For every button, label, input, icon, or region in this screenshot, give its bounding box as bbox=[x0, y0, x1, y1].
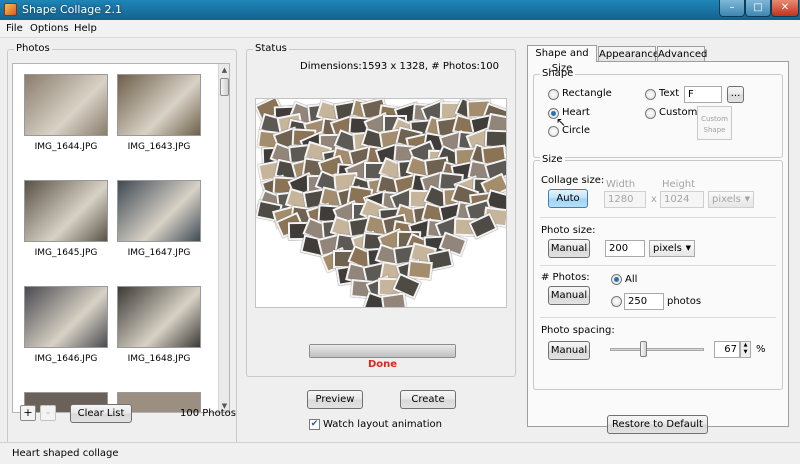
photo-size-manual-button[interactable]: Manual bbox=[548, 239, 590, 258]
shape-custom-label: Custom bbox=[659, 107, 698, 118]
minimize-button[interactable]: – bbox=[719, 0, 745, 17]
status-bar: Heart shaped collage bbox=[0, 442, 800, 464]
menu-file[interactable]: File bbox=[6, 23, 23, 34]
collage-width-input[interactable]: 1280 bbox=[604, 191, 646, 208]
done-status-text: Done bbox=[368, 359, 398, 370]
photo-caption: IMG_1648.JPG bbox=[127, 354, 191, 364]
photo-caption: IMG_1643.JPG bbox=[127, 142, 191, 152]
collage-size-label: Collage size: bbox=[541, 175, 605, 186]
collage-height-input[interactable]: 1024 bbox=[660, 191, 704, 208]
progress-fill bbox=[310, 345, 455, 357]
spacing-value-input[interactable]: 67 bbox=[714, 341, 740, 358]
photo-size-units-value: pixels bbox=[653, 243, 682, 254]
chevron-down-icon: ▼ bbox=[744, 195, 750, 203]
shape-circle-label: Circle bbox=[562, 125, 591, 136]
photos-count-label: # Photos: bbox=[541, 272, 590, 283]
window-title: Shape Collage 2.1 bbox=[22, 3, 122, 16]
photo-size-input[interactable]: 200 bbox=[605, 240, 645, 257]
divider bbox=[540, 317, 776, 318]
photos-all-label: All bbox=[625, 274, 638, 285]
shape-custom-radio[interactable] bbox=[645, 108, 656, 119]
spacing-unit-label: % bbox=[756, 344, 766, 355]
spacing-slider-thumb[interactable] bbox=[639, 341, 647, 357]
collage-size-auto-button[interactable]: Auto bbox=[548, 189, 588, 208]
size-times-label: x bbox=[651, 194, 657, 205]
photo-spacing-label: Photo spacing: bbox=[541, 325, 615, 336]
collage-dimensions: Dimensions:1593 x 1328, # Photos:100 bbox=[300, 61, 500, 72]
collage-units-select[interactable]: pixels ▼ bbox=[708, 191, 754, 208]
close-button[interactable]: ✕ bbox=[771, 0, 799, 17]
tab-shape-and-size[interactable]: Shape and Size bbox=[527, 45, 597, 74]
shape-rectangle-radio[interactable] bbox=[548, 89, 559, 100]
add-photo-button[interactable]: + bbox=[20, 405, 36, 421]
photo-thumbnail-1643[interactable] bbox=[117, 74, 201, 136]
preview-button[interactable]: Preview bbox=[307, 390, 363, 409]
app-icon bbox=[4, 3, 17, 16]
menu-options[interactable]: Options bbox=[30, 23, 69, 34]
size-group-label: Size bbox=[540, 154, 565, 165]
photo-caption: IMG_1644.JPG bbox=[34, 142, 98, 152]
shape-text-radio[interactable] bbox=[645, 89, 656, 100]
photo-size-label: Photo size: bbox=[541, 225, 596, 236]
collage-photo bbox=[380, 291, 408, 307]
progress-bar bbox=[309, 344, 456, 358]
chevron-down-icon: ▼ bbox=[685, 244, 691, 252]
title-bar: Shape Collage 2.1 – □ ✕ bbox=[0, 0, 800, 20]
restore-default-button[interactable]: Restore to Default bbox=[607, 415, 708, 434]
photos-manual-button[interactable]: Manual bbox=[548, 286, 590, 305]
photo-list-scrollbar[interactable]: ▲ ▼ bbox=[218, 64, 229, 412]
spacing-manual-button[interactable]: Manual bbox=[548, 341, 590, 360]
shape-heart-label: Heart bbox=[562, 107, 590, 118]
photos-count-input[interactable]: 250 bbox=[624, 293, 664, 310]
clear-list-button[interactable]: Clear List bbox=[70, 404, 132, 423]
photos-all-radio[interactable] bbox=[611, 274, 622, 285]
scroll-up-icon[interactable]: ▲ bbox=[219, 64, 229, 76]
maximize-button[interactable]: □ bbox=[745, 0, 771, 17]
spacing-spinner[interactable]: ▲ ▼ bbox=[740, 341, 751, 358]
photo-thumbnail-1648[interactable] bbox=[117, 286, 201, 348]
photo-thumbnail-1647[interactable] bbox=[117, 180, 201, 242]
watch-animation-checkbox[interactable]: ✔ bbox=[309, 419, 320, 430]
divider bbox=[540, 265, 776, 266]
font-browse-button[interactable]: ... bbox=[727, 86, 744, 103]
mouse-cursor-icon: ↖ bbox=[556, 115, 567, 129]
photo-thumbnail-1644[interactable] bbox=[24, 74, 108, 136]
width-label: Width bbox=[606, 179, 636, 190]
height-label: Height bbox=[662, 179, 696, 190]
divider bbox=[540, 217, 776, 218]
photo-caption: IMG_1645.JPG bbox=[34, 248, 98, 258]
remove-photo-button[interactable]: - bbox=[40, 405, 56, 421]
photos-group-label: Photos bbox=[14, 43, 52, 54]
photos-unit-label: photos bbox=[667, 296, 702, 307]
shape-text-input[interactable]: F bbox=[684, 86, 722, 103]
spacing-slider-track[interactable] bbox=[610, 348, 704, 351]
collage-photo bbox=[407, 259, 433, 280]
collage-units-value: pixels bbox=[712, 194, 741, 205]
shape-text-label: Text bbox=[659, 88, 680, 99]
collage-preview-canvas bbox=[255, 98, 507, 308]
photo-thumbnail-1646[interactable] bbox=[24, 286, 108, 348]
status-group-label: Status bbox=[253, 43, 289, 54]
photo-size-units-select[interactable]: pixels ▼ bbox=[649, 240, 695, 257]
status-bar-text: Heart shaped collage bbox=[12, 448, 119, 459]
photo-caption: IMG_1647.JPG bbox=[127, 248, 191, 258]
scrollbar-thumb[interactable] bbox=[220, 78, 229, 96]
tab-appearance[interactable]: Appearance bbox=[598, 46, 659, 62]
window-client: File Options Help Photos IMG_1644.JPG IM… bbox=[0, 20, 800, 464]
photo-thumbnail-1645[interactable] bbox=[24, 180, 108, 242]
custom-shape-button[interactable]: Custom Shape bbox=[697, 106, 732, 140]
menu-bar: File Options Help bbox=[0, 20, 800, 38]
photo-list[interactable]: IMG_1644.JPG IMG_1643.JPG IMG_1645.JPG I… bbox=[12, 63, 230, 413]
watch-animation-label: Watch layout animation bbox=[323, 419, 442, 430]
menu-help[interactable]: Help bbox=[74, 23, 97, 34]
photo-caption: IMG_1646.JPG bbox=[34, 354, 98, 364]
create-button[interactable]: Create bbox=[400, 390, 456, 409]
photo-count: 100 Photos bbox=[180, 408, 237, 419]
shape-rectangle-label: Rectangle bbox=[562, 88, 612, 99]
tab-advanced[interactable]: Advanced bbox=[657, 46, 707, 62]
photos-count-radio[interactable] bbox=[611, 296, 622, 307]
